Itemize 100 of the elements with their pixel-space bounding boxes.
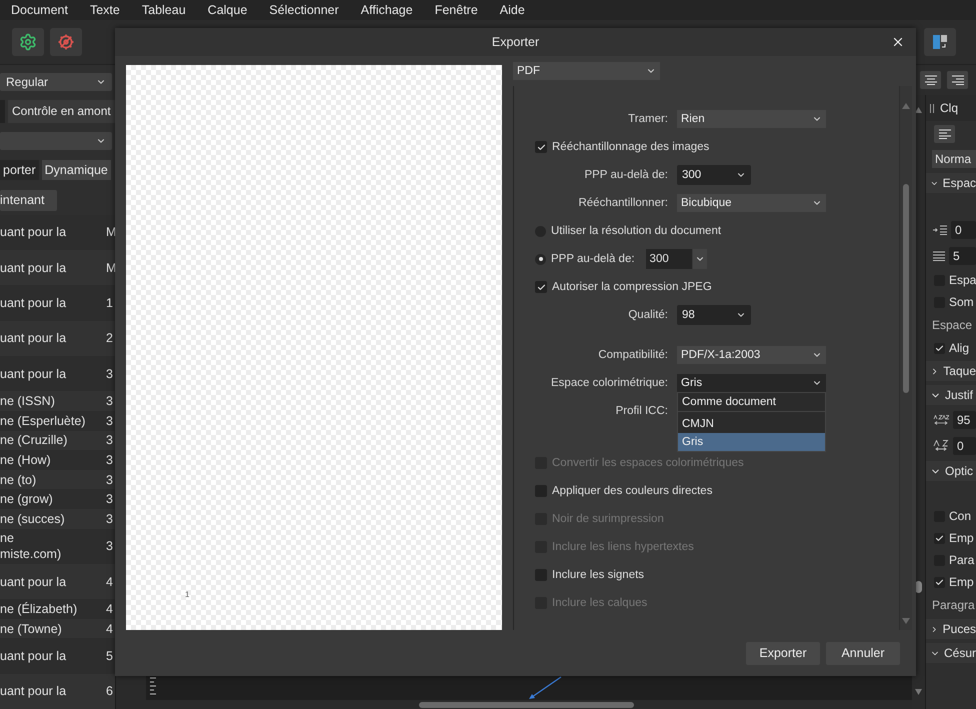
row-value: 3 — [106, 393, 114, 410]
dropdown-select[interactable]: Bicubique — [677, 194, 826, 212]
section-header[interactable]: Taque — [926, 361, 976, 381]
radio-button[interactable] — [535, 254, 546, 264]
list-row[interactable]: uant pour la 6 — [0, 674, 115, 709]
checkbox-label[interactable]: Autoriser la compression JPEG — [514, 281, 712, 293]
row-value: 3 — [106, 432, 114, 448]
panel-toggle-icon — [931, 33, 949, 51]
setting-label: Compatibilité: — [597, 349, 668, 361]
list-row[interactable]: ne (succes) 3 — [0, 508, 115, 529]
row-value: 1 — [106, 295, 114, 312]
radio-label[interactable]: PPP au-delà de: — [514, 253, 635, 265]
gear-icon — [19, 33, 37, 51]
menu-item[interactable]: Document — [11, 3, 68, 17]
gear-slash-icon — [57, 33, 75, 51]
toolbar-button[interactable] — [934, 125, 955, 143]
list-row[interactable]: ne (Cruzille) 3 — [0, 430, 115, 450]
align-center-icon — [924, 75, 936, 85]
dropdown-option[interactable]: Gris — [678, 433, 825, 451]
menu-item[interactable]: Affichage — [360, 3, 413, 17]
list-row[interactable]: ne (to) 3 — [0, 470, 115, 490]
checkbox-label[interactable]: Inclure les signets — [514, 569, 644, 581]
list-row[interactable]: uant pour la 4 — [0, 564, 115, 600]
row-value: 6 — [106, 683, 114, 700]
list-row[interactable]: ne (ISSN) 3 — [0, 391, 115, 411]
row-text: ne (How) — [0, 452, 51, 468]
row-value: 3 — [106, 510, 114, 527]
checkbox[interactable] — [535, 569, 547, 581]
checkbox[interactable] — [535, 141, 547, 153]
menu-item[interactable]: Sélectionner — [269, 3, 339, 17]
toolbar-button[interactable] — [12, 28, 44, 56]
grip-icon — [930, 104, 934, 112]
menu-item[interactable]: Aide — [500, 3, 525, 17]
section-header[interactable]: Optic — [926, 461, 976, 481]
panel-tab[interactable]: Contrôle en amont — [8, 100, 115, 124]
scroll-down-icon[interactable] — [915, 689, 922, 695]
dialog-button[interactable]: Exporter — [746, 642, 820, 664]
row-text: ne (grow) — [0, 491, 53, 508]
number-input[interactable]: 300 — [646, 249, 692, 269]
list-row[interactable]: ne (Élizabeth) 4 — [0, 599, 115, 619]
checkbox[interactable] — [535, 281, 547, 293]
align-right-icon — [952, 75, 964, 85]
checkbox[interactable] — [934, 342, 945, 354]
checkbox[interactable] — [535, 485, 547, 497]
panel-tab[interactable]: porter — [0, 160, 39, 180]
menu-item[interactable]: Fenêtre — [434, 3, 478, 17]
dropdown-select[interactable]: Gris — [677, 374, 826, 392]
checkbox[interactable] — [934, 532, 945, 544]
menu-item[interactable]: Texte — [90, 3, 120, 17]
lines-icon — [933, 251, 945, 261]
row-text: ne (Towne) — [0, 620, 62, 637]
value-field[interactable]: 0 — [951, 221, 976, 239]
dropdown-select[interactable]: Rien — [677, 110, 826, 128]
menu-item[interactable]: Calque — [208, 3, 248, 17]
list-row[interactable]: ne miste.com) 3 — [0, 528, 115, 564]
format-select[interactable]: PDF — [513, 62, 660, 80]
panel-tab[interactable]: Dynamique — [42, 160, 111, 180]
style-field[interactable]: Norma — [932, 150, 976, 168]
horizontal-scrollbar[interactable] — [116, 700, 912, 709]
checkbox-label[interactable]: Rééchantillonnage des images — [514, 141, 710, 153]
list-row[interactable]: ne (Towne) 4 — [0, 618, 115, 638]
row-value: 3 — [106, 538, 114, 554]
check-icon — [536, 142, 546, 152]
menu-item[interactable]: Tableau — [142, 3, 186, 17]
checkbox-label[interactable]: Appliquer des couleurs directes — [514, 485, 712, 497]
toolbar-button[interactable] — [947, 71, 968, 89]
row-text: uant pour la — [0, 330, 66, 346]
scroll-thumb[interactable] — [419, 702, 634, 708]
toolbar-button[interactable] — [920, 71, 941, 89]
row-text: uant pour la — [0, 295, 66, 312]
dialog-button[interactable]: Annuler — [826, 642, 900, 664]
section-header[interactable]: Espac — [926, 173, 976, 193]
row-text: ne (Cruzille) — [0, 432, 68, 448]
checkbox-label: Para — [949, 553, 974, 567]
section-header[interactable]: Césur — [926, 643, 976, 663]
vertical-scrollbar[interactable] — [899, 86, 912, 630]
row-text: ne (Élizabeth) — [0, 600, 78, 617]
dropdown-button[interactable] — [692, 249, 707, 269]
radio-label[interactable]: Utiliser la résolution du document — [514, 225, 722, 237]
number-dropdown[interactable]: 98 — [677, 305, 751, 325]
value-field[interactable]: 5 — [949, 247, 976, 265]
scroll-down-icon[interactable] — [902, 618, 910, 624]
checkbox[interactable] — [934, 576, 945, 588]
action-button[interactable]: intenant — [0, 190, 57, 211]
row-text: uant pour la — [0, 648, 66, 664]
toolbar-button[interactable] — [924, 28, 956, 56]
panel-tab[interactable]: Clq — [940, 101, 958, 115]
row-text: uant pour la — [0, 224, 66, 240]
value-field[interactable]: 95 — [953, 411, 976, 429]
dropdown-option[interactable]: Comme document — [678, 393, 825, 412]
dropdown-select[interactable]: PDF/X-1a:2003 — [677, 346, 826, 364]
tracking-icon — [933, 414, 949, 426]
section-header[interactable]: Justif — [926, 385, 976, 405]
dropdown-option[interactable]: CMJN — [678, 415, 825, 433]
list-row[interactable]: uant pour la 2 — [0, 320, 115, 356]
value-field[interactable]: 0 — [953, 437, 976, 455]
scroll-thumb[interactable] — [903, 184, 909, 393]
font-style-select[interactable]: Regular — [0, 73, 112, 91]
number-dropdown[interactable]: 300 — [677, 165, 751, 185]
section-header[interactable]: Puces — [926, 619, 976, 639]
